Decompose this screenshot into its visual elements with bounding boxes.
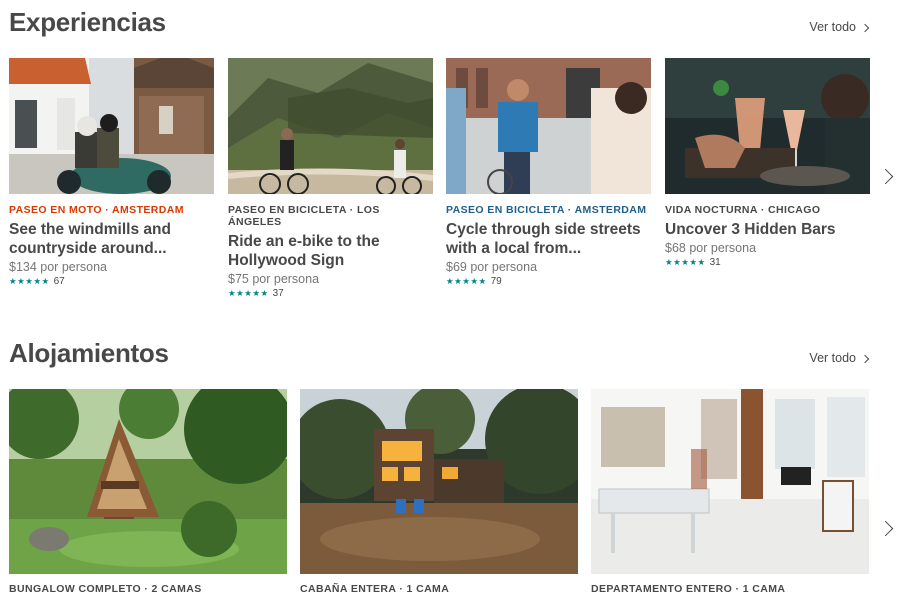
experiences-next-button[interactable] <box>877 165 895 189</box>
experience-rating: ★★★★★ 31 <box>665 257 870 268</box>
experience-price: $69 por persona <box>446 260 538 274</box>
accommodations-section-title: Alojamientos <box>9 338 169 368</box>
review-count: 67 <box>53 276 65 287</box>
review-count: 79 <box>490 276 502 287</box>
accommodation-card[interactable]: DEPARTAMENTO ENTERO · 1 CAMA <box>591 389 869 595</box>
accommodation-category: BUNGALOW COMPLETO · 2 CAMAS <box>9 583 202 595</box>
accommodation-photo-bungalow <box>9 389 287 574</box>
experience-price: $134 por persona <box>9 260 107 274</box>
experiences-see-all-link[interactable]: Ver todo <box>809 20 870 34</box>
accommodation-card[interactable]: CABAÑA ENTERA · 1 CAMA <box>300 389 578 595</box>
experience-photo-bar <box>665 58 870 194</box>
review-count: 37 <box>272 288 284 299</box>
chevron-right-icon <box>877 520 894 537</box>
accommodation-card[interactable]: BUNGALOW COMPLETO · 2 CAMAS <box>9 389 287 595</box>
accommodation-category: CABAÑA ENTERA · 1 CAMA <box>300 583 450 595</box>
experiences-section-title: Experiencias <box>9 7 166 37</box>
review-count: 31 <box>709 257 721 268</box>
accommodations-next-button[interactable] <box>877 517 895 541</box>
see-all-label: Ver todo <box>809 351 856 365</box>
experience-category: VIDA NOCTURNA · CHICAGO <box>665 204 821 216</box>
experience-price: $68 por persona <box>665 241 757 255</box>
experience-price: $75 por persona <box>228 272 320 286</box>
accommodations-see-all-link[interactable]: Ver todo <box>809 351 870 365</box>
experience-title: Uncover 3 Hidden Bars <box>665 221 836 238</box>
experience-photo-street <box>446 58 651 194</box>
experience-card[interactable]: PASEO EN MOTO · AMSTERDAM See the windmi… <box>9 58 214 287</box>
experience-category: PASEO EN MOTO · AMSTERDAM <box>9 204 184 216</box>
accommodation-photo-cabin <box>300 389 578 574</box>
star-icon: ★★★★★ <box>228 288 269 298</box>
see-all-label: Ver todo <box>809 20 856 34</box>
experience-rating: ★★★★★ 37 <box>228 288 433 299</box>
experience-title: See the windmills and countryside around… <box>9 221 171 257</box>
star-icon: ★★★★★ <box>446 276 487 286</box>
star-icon: ★★★★★ <box>665 257 706 267</box>
experience-category: PASEO EN BICICLETA · AMSTERDAM <box>446 204 647 216</box>
chevron-right-icon <box>860 354 870 363</box>
experience-photo-sidecar <box>9 58 214 194</box>
experience-rating: ★★★★★ 79 <box>446 276 651 287</box>
accommodation-photo-apartment <box>591 389 869 574</box>
accommodation-category: DEPARTAMENTO ENTERO · 1 CAMA <box>591 583 786 595</box>
experience-title: Ride an e-bike to the Hollywood Sign <box>228 233 380 269</box>
experience-rating: ★★★★★ 67 <box>9 276 214 287</box>
star-icon: ★★★★★ <box>9 276 50 286</box>
experience-card[interactable]: VIDA NOCTURNA · CHICAGO Uncover 3 Hidden… <box>665 58 870 268</box>
chevron-right-icon <box>877 168 894 185</box>
experience-title: Cycle through side streets with a local … <box>446 221 641 257</box>
experience-photo-hills <box>228 58 433 194</box>
experience-card[interactable]: PASEO EN BICICLETA · AMSTERDAM Cycle thr… <box>446 58 651 287</box>
experience-category: PASEO EN BICICLETA · LOS ÁNGELES <box>228 204 380 228</box>
chevron-right-icon <box>860 23 870 32</box>
experience-card[interactable]: PASEO EN BICICLETA · LOS ÁNGELES Ride an… <box>228 58 433 299</box>
